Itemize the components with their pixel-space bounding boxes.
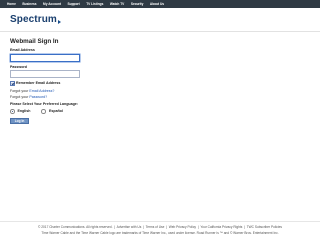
- footer-links-row: © 2017 Charter Communications. All right…: [38, 224, 282, 229]
- nav-item-business[interactable]: Business: [22, 0, 36, 8]
- forgot-email-link[interactable]: Email Address?: [29, 89, 54, 93]
- nav-item-tv-listings[interactable]: TV Listings: [86, 0, 103, 8]
- nav-item-support[interactable]: Support: [68, 0, 80, 8]
- footer-link-california-privacy[interactable]: Your California Privacy Rights: [200, 225, 242, 229]
- trademark-text: Time Warner Cable and the Time Warner Ca…: [41, 230, 279, 235]
- copyright-text: © 2017 Charter Communications. All right…: [38, 224, 113, 229]
- footer: © 2017 Charter Communications. All right…: [0, 221, 320, 240]
- remember-email-checkbox[interactable]: [10, 81, 15, 86]
- nav-item-security[interactable]: Security: [131, 0, 144, 8]
- espanol-label: Español: [48, 109, 63, 114]
- email-field[interactable]: [10, 53, 80, 62]
- email-label: Email Address: [10, 48, 35, 52]
- forgot-password-link[interactable]: Password?: [29, 95, 47, 99]
- footer-link-terms[interactable]: Terms of Use: [146, 225, 165, 229]
- top-nav-bar: Home Business My Account Support TV List…: [0, 0, 320, 8]
- footer-link-twc-policies[interactable]: TWC Subscriber Policies: [247, 225, 282, 229]
- log-in-button[interactable]: Log In: [10, 117, 29, 124]
- nav-item-home[interactable]: Home: [7, 0, 16, 8]
- footer-link-privacy[interactable]: Web Privacy Policy: [169, 225, 196, 229]
- remember-email-label: Remember Email Address: [16, 81, 61, 86]
- language-options: English Español: [10, 109, 210, 114]
- english-radio[interactable]: [10, 109, 15, 114]
- password-field[interactable]: [10, 70, 80, 78]
- forgot-password-row: Forgot your Password?: [10, 95, 210, 99]
- spectrum-logo[interactable]: Spectrum: [10, 14, 61, 26]
- forgot-email-prefix: Forgot your: [10, 88, 29, 93]
- logo-text: Spectrum: [10, 14, 57, 25]
- nav-item-my-account[interactable]: My Account: [43, 0, 61, 8]
- brand-header: Spectrum: [0, 8, 320, 32]
- nav-item-watch-tv[interactable]: Watch TV: [110, 0, 124, 8]
- page-title: Webmail Sign In: [10, 38, 59, 45]
- language-title: Please Select Your Preferred Language:: [10, 101, 78, 106]
- remember-email-row: Remember Email Address: [10, 81, 210, 86]
- espanol-radio[interactable]: [41, 109, 46, 114]
- forgot-email-row: Forgot your Email Address?: [10, 89, 210, 93]
- forgot-password-prefix: Forgot your: [10, 94, 29, 99]
- logo-arrow-icon: [57, 20, 61, 24]
- password-label: Password: [10, 64, 27, 69]
- footer-link-advertise[interactable]: Advertise with Us: [117, 225, 142, 229]
- nav-item-about-us[interactable]: About Us: [150, 0, 164, 8]
- english-label: English: [17, 109, 31, 114]
- sign-in-form: Webmail Sign In Email Address Password R…: [10, 38, 210, 124]
